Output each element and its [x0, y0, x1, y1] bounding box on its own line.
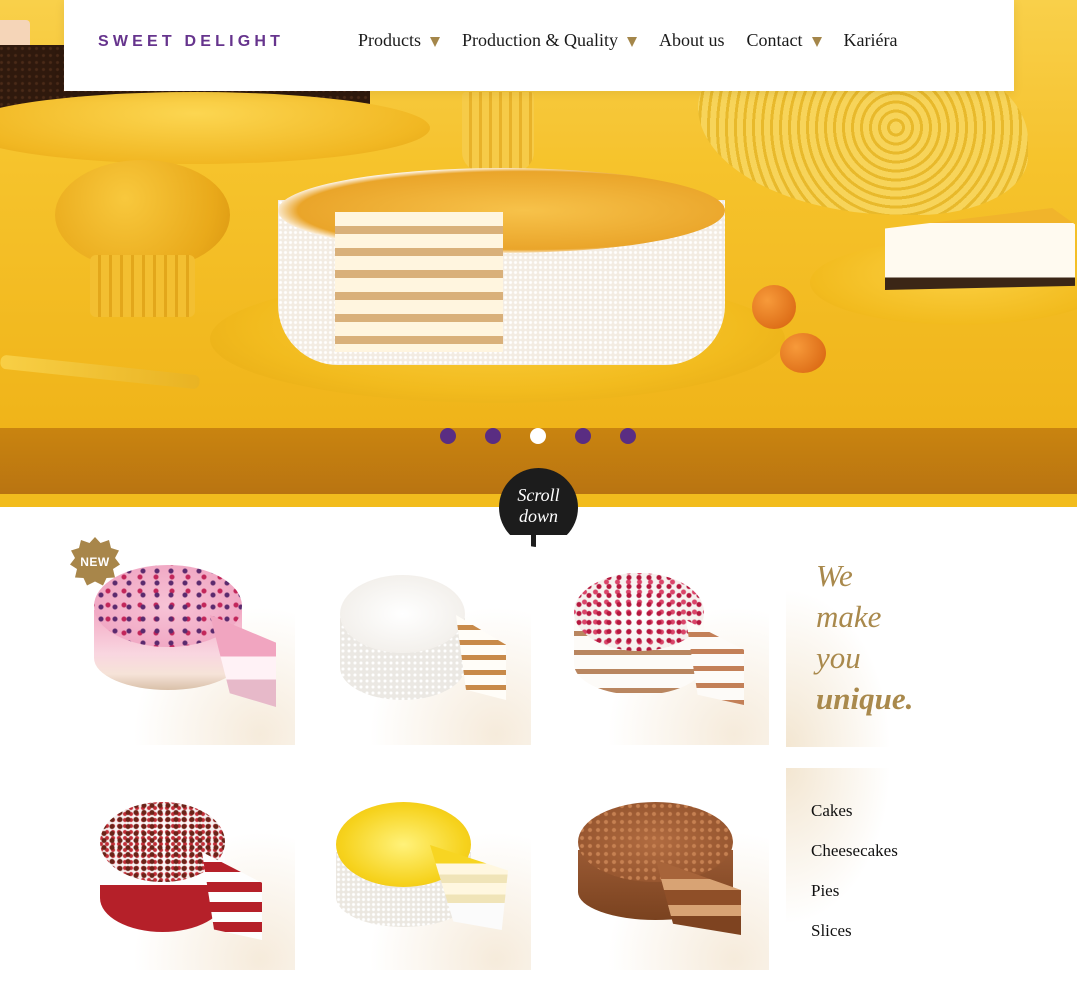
tagline-line: We	[816, 558, 853, 593]
slider-dot[interactable]	[440, 428, 456, 444]
slider-dot[interactable]	[575, 428, 591, 444]
category-link-cheesecakes[interactable]: Cheesecakes	[811, 840, 898, 880]
product-card-chocolate-sponge[interactable]	[536, 760, 769, 970]
scroll-down-line1: Scroll	[517, 485, 560, 505]
caret-down-icon	[627, 37, 637, 47]
nav-item-kariera[interactable]: Kariéra	[844, 30, 898, 51]
category-link-pies[interactable]: Pies	[811, 880, 898, 920]
tagline-line: you	[816, 640, 861, 675]
hero-coconut-cake-layers	[335, 212, 503, 352]
caret-down-icon	[430, 37, 440, 47]
nav-item-production-quality[interactable]: Production & Quality	[462, 30, 637, 51]
tagline: We make you unique.	[816, 555, 913, 719]
product-card-red-velvet[interactable]	[62, 760, 295, 970]
nav-menu: Products Production & Quality About us C…	[358, 30, 919, 51]
decorative-vase	[462, 92, 534, 172]
brand-logo[interactable]: SWEET DELIGHT	[98, 33, 284, 51]
caret-down-icon	[811, 37, 822, 47]
white-cream-cake-image	[340, 575, 465, 700]
product-card-white-cream[interactable]	[298, 535, 531, 745]
category-link-slices[interactable]: Slices	[811, 920, 898, 960]
raspberry-cream-cake-image	[574, 573, 704, 695]
nav-item-label: About us	[659, 30, 725, 50]
scroll-down-line2: down	[518, 506, 558, 526]
product-card-lemon-coconut[interactable]	[298, 760, 531, 970]
tagline-line: make	[816, 599, 882, 634]
slider-dots	[440, 428, 636, 444]
nav-item-label: Products	[358, 30, 421, 50]
nav-item-products[interactable]: Products	[358, 30, 440, 51]
slider-dot[interactable]	[485, 428, 501, 444]
nav-item-label: Contact	[746, 30, 803, 50]
hero-physalis-fruit	[780, 333, 826, 373]
category-list: Cakes Cheesecakes Pies Slices	[811, 800, 898, 960]
nav-item-label: Kariéra	[843, 30, 898, 50]
hero-cake-stand-foot	[90, 255, 195, 317]
hero-physalis-fruit	[752, 285, 796, 329]
nav-item-about-us[interactable]: About us	[659, 30, 725, 51]
product-card-raspberry-cream[interactable]	[536, 535, 769, 745]
slider-dot-active[interactable]	[530, 428, 546, 444]
tagline-line-emphasis: unique.	[816, 681, 914, 716]
category-link-cakes[interactable]: Cakes	[811, 800, 898, 840]
hero-cake-stand-ball	[55, 160, 230, 270]
slider-dot[interactable]	[620, 428, 636, 444]
nav-item-contact[interactable]: Contact	[747, 30, 822, 51]
nav-item-label: Production & Quality	[462, 30, 618, 50]
main-navigation: SWEET DELIGHT Products Production & Qual…	[64, 0, 1014, 91]
